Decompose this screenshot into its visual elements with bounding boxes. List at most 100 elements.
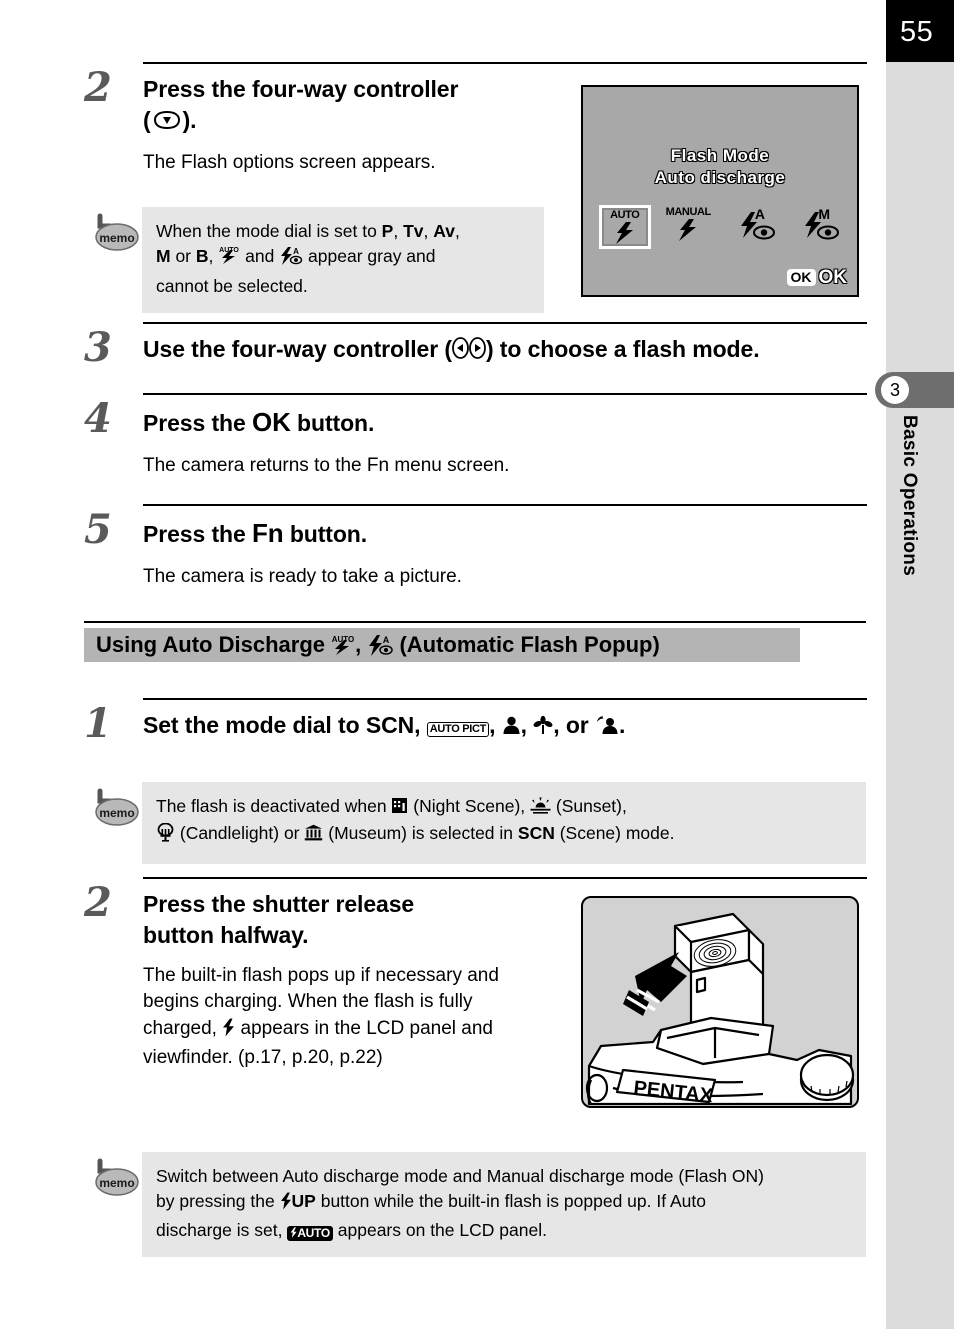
section-header-sep: ,	[355, 632, 368, 657]
lcd-ok-row[interactable]: OK OK	[786, 267, 848, 288]
svg-text:A: A	[293, 247, 299, 256]
memo1-line3: cannot be selected.	[156, 275, 308, 296]
step-heading: Set the mode dial to SCN, AUTO PICT, , ,…	[143, 710, 867, 743]
flash-bolt-icon	[280, 1192, 292, 1217]
flash-bolt-icon	[677, 218, 699, 247]
step-number: 2	[84, 879, 112, 926]
sunset-icon	[530, 796, 551, 821]
step1b-sep4: , or	[553, 712, 595, 738]
night-portrait-mode-icon	[595, 712, 619, 743]
memo-note-3-body: Switch between Auto discharge mode and M…	[142, 1152, 866, 1258]
page-content: 2 Press the four-way controller (). The …	[0, 0, 886, 1329]
step-rule	[143, 393, 867, 395]
step-description: The camera returns to the Fn menu screen…	[143, 454, 510, 476]
step-heading-paren-close: ).	[182, 106, 197, 133]
fn-button-label: Fn	[251, 518, 284, 548]
four-way-right-icon	[469, 336, 486, 367]
flash-mode-screen-figure: Flash Mode Auto discharge AUTO MANUAL A …	[581, 85, 859, 297]
lcd-flash-options: AUTO MANUAL A M	[583, 205, 857, 249]
step-heading: Use the four-way controller ( ) to choose…	[143, 334, 867, 367]
step3-prefix: Use the four-way controller (	[143, 336, 452, 362]
four-way-down-icon	[152, 107, 182, 138]
svg-text:A: A	[383, 635, 390, 645]
candlelight-icon	[156, 822, 175, 849]
step2b-heading-line2: button halfway.	[143, 921, 309, 948]
memo1-and: and	[240, 246, 280, 267]
memo2-line2-b: (Museum) is selected in	[323, 823, 518, 844]
memo-note-2-body: The flash is deactivated when (Night Sce…	[142, 782, 866, 864]
lcd-title: Flash Mode Auto discharge	[583, 145, 857, 189]
memo1-line1-a: When the mode dial is set to	[156, 221, 382, 241]
section-header-text: Using Auto Discharge AUTO , A (Automatic…	[96, 632, 660, 663]
ok-label: OK	[818, 267, 848, 288]
mode-av: Av	[433, 221, 455, 241]
step-rule	[143, 62, 867, 64]
step4-prefix: Press the	[143, 410, 252, 436]
memo2-line1-a: The flash is deactivated when	[156, 796, 392, 816]
memo1-sep1: ,	[393, 221, 404, 241]
step-heading: Press the shutter release button halfway…	[143, 889, 543, 950]
section-header-rule	[84, 621, 866, 623]
step-heading-paren-open: (	[143, 106, 151, 133]
step-heading: Press the four-way controller ().	[143, 74, 543, 137]
flash-auto-icon: AUTO	[218, 245, 240, 272]
step5-prefix: Press the	[143, 521, 252, 547]
svg-text:memo: memo	[99, 231, 134, 245]
flash-auto-redeye-icon: A	[279, 246, 303, 273]
lcd-auto-text: AUTO	[297, 1225, 330, 1240]
memo3-line2-a: by pressing the	[156, 1191, 280, 1212]
flash-auto-icon: AUTO	[331, 634, 355, 662]
step3-suffix: ) to choose a flash mode.	[485, 336, 760, 362]
macro-mode-icon	[533, 712, 553, 743]
flash-bolt-icon	[222, 1018, 235, 1045]
night-scene-icon	[391, 796, 408, 821]
step-rule	[143, 322, 867, 324]
red-eye-icon	[753, 225, 776, 240]
step5-suffix: button.	[283, 521, 368, 547]
ok-button-label: OK	[251, 407, 291, 437]
red-eye-icon	[816, 225, 839, 240]
flash-up-text: UP	[291, 1191, 316, 1212]
step4-suffix: button.	[290, 410, 375, 436]
flash-auto-redeye-option[interactable]: A	[726, 205, 778, 249]
chapter-title: Basic Operations	[899, 415, 920, 577]
chapter-tab: 3	[875, 372, 954, 408]
mode-auto-pict: AUTO PICT	[426, 722, 490, 737]
step1b-sep3: ,	[520, 712, 534, 738]
flash-manual-redeye-option[interactable]: M	[789, 205, 841, 249]
memo-icon: memo	[90, 1158, 144, 1200]
memo3-line3-a: discharge is set,	[156, 1219, 288, 1240]
lcd-flash-auto-badge: AUTO	[287, 1225, 333, 1241]
step-heading: Press the OK button.	[143, 405, 867, 440]
step-heading-line1: Press the four-way controller	[143, 76, 459, 102]
memo3-line3-b: appears on the LCD panel.	[332, 1219, 547, 1240]
step-description: The Flash options screen appears.	[143, 152, 436, 174]
camera-popup-flash-figure: PENTAX	[581, 896, 859, 1108]
step-rule	[143, 698, 867, 700]
step-description: The camera is ready to take a picture.	[143, 565, 462, 587]
ok-button-glyph[interactable]: OK	[786, 269, 816, 286]
flash-up-button-label: UP	[280, 1191, 316, 1211]
mode-b: B	[195, 246, 209, 267]
svg-text:memo: memo	[99, 1176, 134, 1190]
memo3-line1: Switch between Auto discharge mode and M…	[156, 1166, 764, 1186]
section-header-prefix: Using Auto Discharge	[96, 632, 332, 657]
mode-m: M	[156, 246, 171, 267]
mode-scn: SCN	[365, 712, 415, 738]
mode-p: P	[381, 221, 394, 241]
mode-tv: Tv	[403, 221, 424, 241]
flash-auto-option[interactable]: AUTO	[598, 205, 651, 249]
step-number: 2	[84, 64, 112, 111]
step1b-suffix: .	[618, 712, 626, 738]
memo3-line2-b: button while the built-in flash is poppe…	[315, 1191, 706, 1212]
memo1-comma: ,	[208, 246, 219, 267]
step1b-sep2: ,	[489, 712, 502, 738]
four-way-left-icon	[452, 336, 469, 367]
memo1-line2-b: appear gray and	[303, 246, 436, 267]
flash-auto-redeye-icon: A	[367, 634, 394, 663]
flash-manual-option[interactable]: MANUAL	[662, 205, 714, 249]
flash-auto-redeye-label: A	[754, 206, 765, 222]
memo2-line2-a: (Candlelight) or	[175, 823, 305, 844]
flash-manual-redeye-label: M	[818, 206, 831, 222]
step-number: 3	[84, 324, 112, 371]
